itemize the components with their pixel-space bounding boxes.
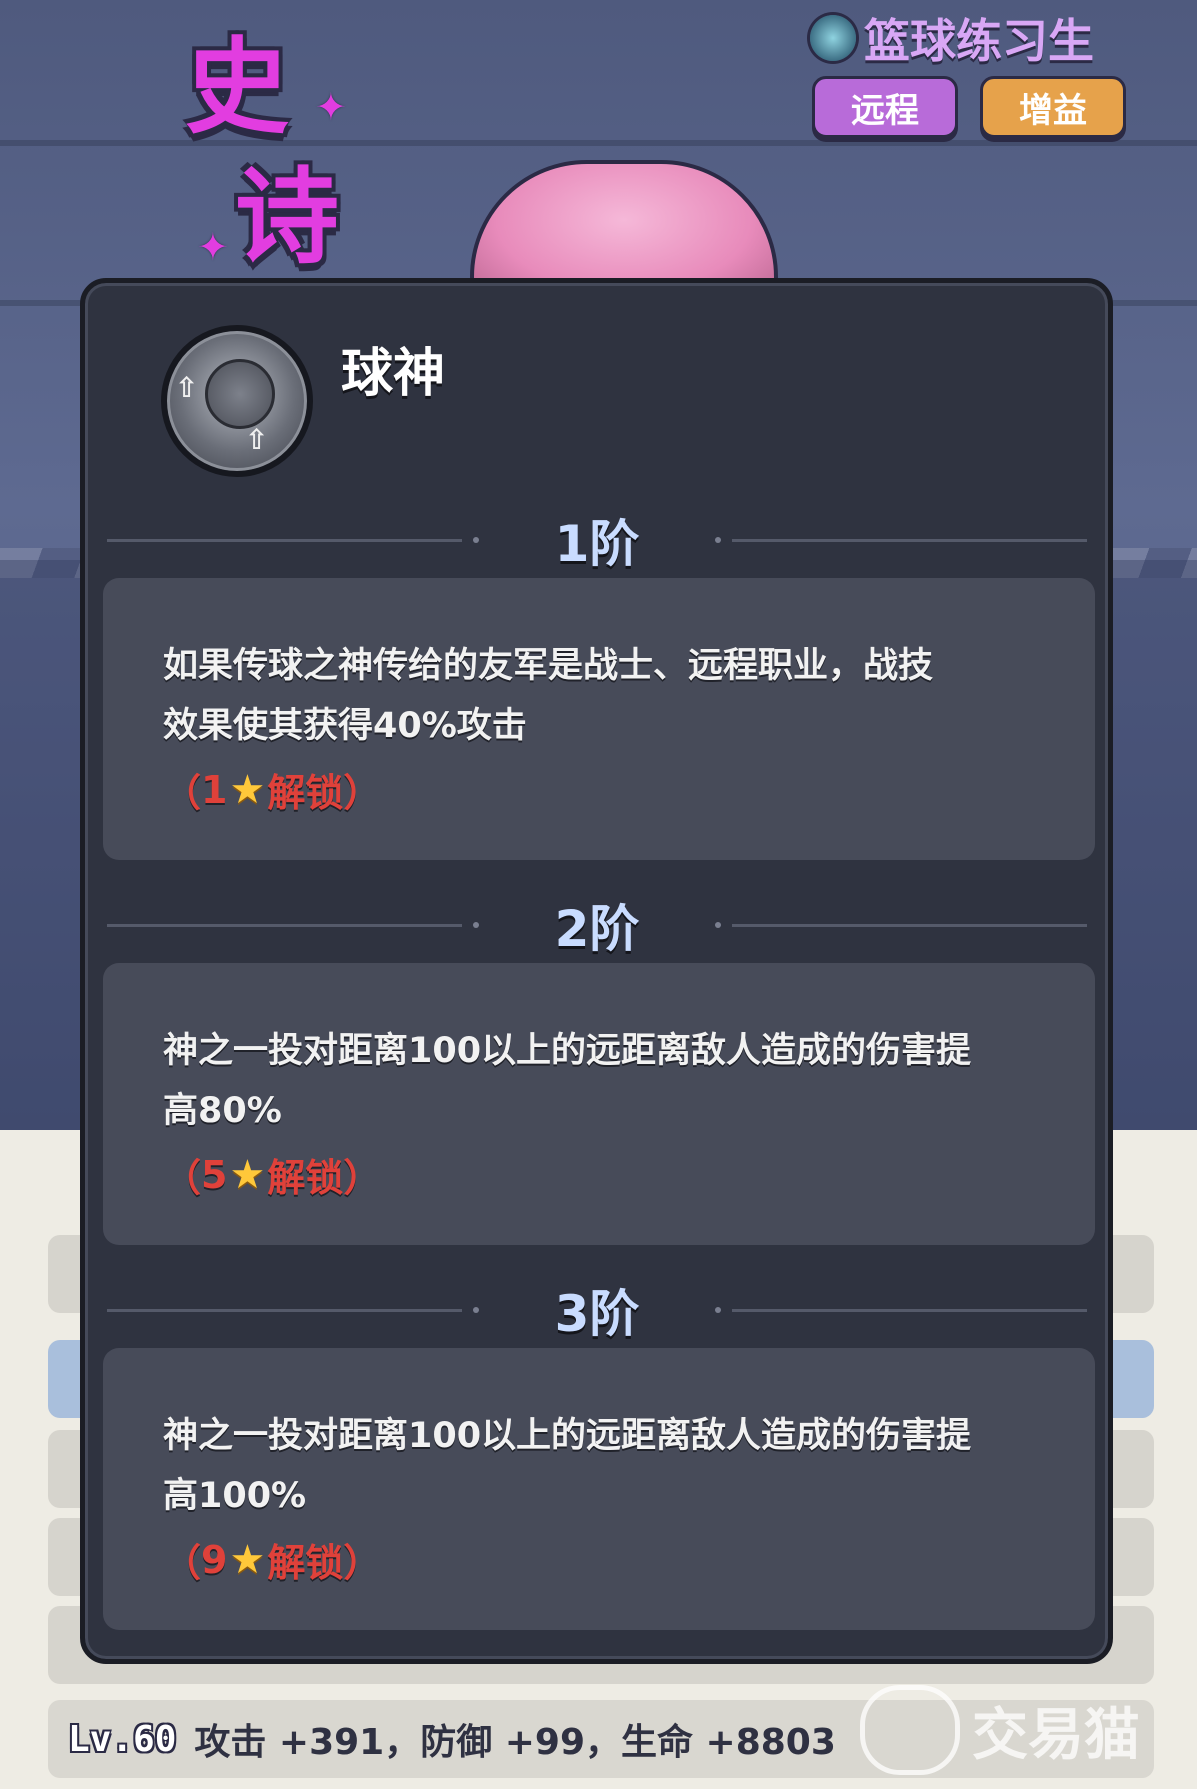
skill-name: 球神 [341, 344, 446, 404]
tier-description-line: 高80% [163, 1091, 282, 1131]
star-icon: ★ [229, 1151, 266, 1198]
rarity-label: 史 诗 ✦ ✦ [185, 35, 365, 285]
tag-ranged: 远程 [812, 76, 958, 138]
unlock-requirement: （ 9 ★ 解锁） [163, 1532, 1037, 1587]
unlock-requirement: （ 1 ★ 解锁） [163, 762, 1037, 817]
unlock-open-paren: （ [163, 1156, 202, 1200]
divider [107, 539, 462, 542]
tier-header: 3阶 [97, 1280, 1097, 1343]
tier-description: 如果传球之神传给的友军是战士、远程职业，战技 效果使其获得40%攻击 [163, 636, 1037, 756]
rarity-char: 诗 [235, 156, 340, 278]
skill-detail-popup[interactable]: ⇧ ⇧ 球神 1阶 如果传球之神传给的友军是战士、远程职业，战技 效果使其获得4… [80, 278, 1113, 1664]
divider-dot [473, 1307, 479, 1313]
tier-card: 神之一投对距离100以上的远距离敌人造成的伤害提 高80% （ 5 ★ 解锁） [103, 963, 1095, 1245]
tier-header: 2阶 [97, 895, 1097, 958]
unlock-text: 解锁） [267, 1156, 382, 1200]
rarity-char: 史 [185, 26, 290, 148]
tier-header: 1阶 [97, 510, 1097, 573]
unlock-open-paren: （ [163, 771, 202, 815]
unlock-text: 解锁） [267, 1541, 382, 1585]
sparkle-icon: ✦ [315, 85, 347, 129]
tier-label: 1阶 [554, 515, 640, 573]
divider [732, 539, 1087, 542]
divider-dot [715, 922, 721, 928]
divider-dot [473, 537, 479, 543]
unlock-star-count: 1 [201, 767, 228, 812]
tier-description-line: 神之一投对距离100以上的远距离敌人造成的伤害提 [163, 1031, 972, 1071]
basketball-icon [205, 359, 275, 429]
tier-description-line: 如果传球之神传给的友军是战士、远程职业，战技 [163, 646, 934, 686]
tier-description-line: 神之一投对距离100以上的远距离敌人造成的伤害提 [163, 1416, 972, 1456]
arrow-up-icon: ⇧ [175, 371, 199, 404]
tier-description-line: 效果使其获得40%攻击 [163, 706, 527, 746]
tier-description: 神之一投对距离100以上的远距离敌人造成的伤害提 高100% [163, 1406, 1037, 1526]
tier-card: 神之一投对距离100以上的远距离敌人造成的伤害提 高100% （ 9 ★ 解锁） [103, 1348, 1095, 1630]
star-icon: ★ [229, 1536, 266, 1583]
tier-description-line: 高100% [163, 1476, 307, 1516]
basketball-skill-icon: ⇧ ⇧ [161, 325, 313, 477]
class-emblem-icon [810, 15, 856, 61]
watermark-text: 交易猫 [972, 1702, 1140, 1768]
tag-buff: 增益 [980, 76, 1126, 138]
divider [732, 1309, 1087, 1312]
tier-description: 神之一投对距离100以上的远距离敌人造成的伤害提 高80% [163, 1021, 1037, 1141]
divider-dot [473, 922, 479, 928]
tier-label: 2阶 [554, 900, 640, 958]
unlock-star-count: 5 [201, 1152, 228, 1197]
sparkle-icon: ✦ [197, 225, 229, 269]
watermark: 交易猫 [860, 1680, 1160, 1780]
unlock-requirement: （ 5 ★ 解锁） [163, 1147, 1037, 1202]
tier-label: 3阶 [554, 1285, 640, 1343]
hero-title: 篮球练习生 [810, 8, 1094, 68]
divider [732, 924, 1087, 927]
watermark-cat-icon [860, 1685, 960, 1775]
unlock-text: 解锁） [267, 771, 382, 815]
hero-name: 篮球练习生 [864, 14, 1094, 68]
divider [107, 1309, 462, 1312]
level-label: Lv.60 [68, 1718, 177, 1760]
level-stats: 攻击 +391，防御 +99，生命 +8803 [194, 1722, 836, 1763]
unlock-star-count: 9 [201, 1537, 228, 1582]
arrow-up-icon: ⇧ [245, 423, 269, 456]
divider [107, 924, 462, 927]
wall-line [0, 140, 1197, 146]
tier-card: 如果传球之神传给的友军是战士、远程职业，战技 效果使其获得40%攻击 （ 1 ★… [103, 578, 1095, 860]
star-icon: ★ [229, 766, 266, 813]
divider-dot [715, 1307, 721, 1313]
divider-dot [715, 537, 721, 543]
unlock-open-paren: （ [163, 1541, 202, 1585]
